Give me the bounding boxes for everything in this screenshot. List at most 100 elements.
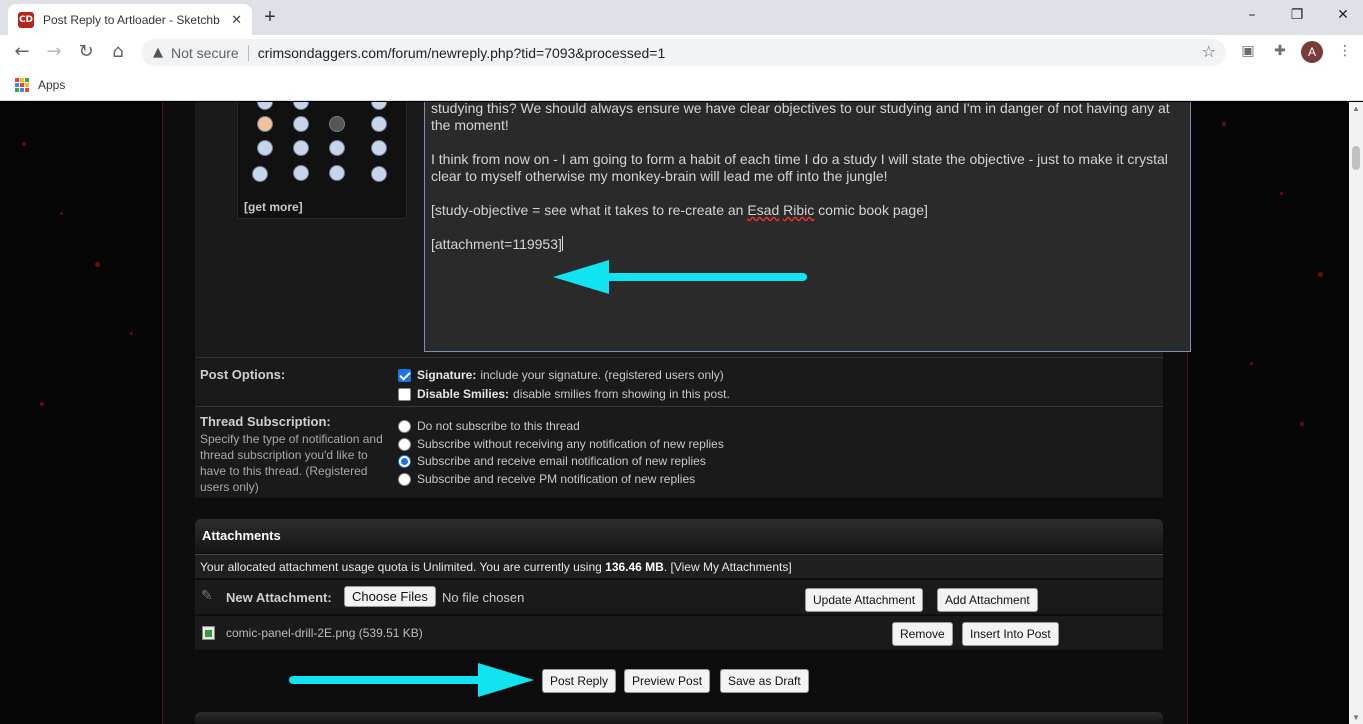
- smilie-icon[interactable]: [293, 140, 309, 156]
- subscription-radio[interactable]: [398, 454, 411, 468]
- restore-icon[interactable]: ❐: [1277, 4, 1317, 28]
- splatter-decoration: [130, 332, 133, 335]
- scroll-down-icon[interactable]: ▼: [1352, 713, 1360, 722]
- signature-checkbox[interactable]: [398, 368, 411, 382]
- address-bar[interactable]: ▲ Not secure crimsondaggers.com/forum/ne…: [141, 39, 1226, 66]
- preview-post-button[interactable]: Preview Post: [624, 669, 711, 693]
- splatter-decoration: [1280, 192, 1283, 195]
- window-close-icon[interactable]: ✕: [1323, 4, 1363, 28]
- disable-smilies-option[interactable]: Disable Smilies: disable smilies from sh…: [398, 387, 730, 401]
- puzzle-icon[interactable]: ✚: [1270, 43, 1290, 63]
- bookmark-star-icon[interactable]: ☆: [1202, 42, 1216, 61]
- smilie-icon[interactable]: [371, 102, 387, 110]
- scrollbar-thumb[interactable]: [1352, 146, 1360, 170]
- smilie-icon[interactable]: [329, 116, 345, 132]
- splatter-decoration: [1222, 122, 1226, 126]
- message-row: [get more] studying this? We should alwa…: [195, 102, 1191, 357]
- annotation-arrow-left-icon: [553, 260, 609, 294]
- objective-name-2: Ribic: [783, 202, 815, 218]
- url-text: crimsondaggers.com/forum/newreply.php?ti…: [257, 44, 666, 61]
- smilie-icon[interactable]: [293, 165, 309, 181]
- smilie-icon[interactable]: [257, 140, 273, 156]
- site-favicon-icon: CD: [18, 11, 34, 28]
- new-attachment-label: New Attachment:: [226, 590, 332, 605]
- smilie-box: [get more]: [237, 102, 407, 219]
- splatter-decoration: [1318, 272, 1323, 277]
- smilie-icon[interactable]: [329, 165, 345, 181]
- remove-attachment-button[interactable]: Remove: [892, 622, 953, 646]
- signature-option[interactable]: Signature: include your signature. (regi…: [398, 368, 724, 382]
- disable-smilies-label: Disable Smilies:: [417, 387, 510, 401]
- apps-bookmark[interactable]: Apps: [38, 78, 65, 92]
- image-file-icon: [202, 626, 215, 640]
- smilie-icon[interactable]: [257, 102, 273, 110]
- attached-file-name: comic-panel-drill-2E.png (539.51 KB): [226, 626, 423, 640]
- post-reply-button[interactable]: Post Reply: [542, 669, 617, 693]
- insert-into-post-button[interactable]: Insert Into Post: [962, 622, 1059, 646]
- get-more-smilies-link[interactable]: [get more]: [244, 200, 303, 214]
- scroll-up-icon[interactable]: ▲: [1352, 104, 1360, 113]
- reload-icon[interactable]: ↻: [74, 41, 98, 65]
- splatter-decoration: [1250, 362, 1253, 365]
- disable-smilies-desc: disable smilies from showing in this pos…: [513, 387, 730, 401]
- attachment-quota: Your allocated attachment usage quota is…: [195, 554, 1163, 578]
- save-as-draft-button[interactable]: Save as Draft: [720, 669, 809, 693]
- apps-grid-icon[interactable]: [15, 78, 29, 92]
- objective-prefix: [study-objective = see what it takes to …: [431, 202, 748, 218]
- no-file-chosen-text: No file chosen: [442, 590, 525, 605]
- editor-paragraph: studying this? We should always ensure w…: [431, 102, 1170, 133]
- subscription-radio[interactable]: [398, 472, 411, 486]
- splatter-decoration: [60, 212, 63, 215]
- page-viewport: [get more] studying this? We should alwa…: [0, 102, 1349, 724]
- subscription-option-label: Subscribe without receiving any notifica…: [417, 437, 724, 451]
- view-attachments-link[interactable]: . [View My Attachments]: [664, 560, 792, 574]
- not-secure-label: Not secure: [171, 44, 239, 61]
- smilie-icon[interactable]: [257, 116, 273, 132]
- subscription-option-label: Subscribe and receive email notification…: [417, 454, 706, 468]
- smilie-icon[interactable]: [371, 140, 387, 156]
- paperclip-icon: ✎: [201, 588, 213, 604]
- smilie-icon[interactable]: [329, 140, 345, 156]
- profile-avatar[interactable]: A: [1301, 41, 1323, 63]
- thread-subscription-row: Thread Subscription: Specify the type of…: [195, 406, 1163, 498]
- attachment-tag: [attachment=119953]: [431, 236, 562, 252]
- extension-icon[interactable]: ▣: [1238, 43, 1258, 63]
- smilie-icon[interactable]: [371, 166, 387, 182]
- add-attachment-button[interactable]: Add Attachment: [937, 588, 1038, 612]
- smilie-icon[interactable]: [252, 166, 268, 182]
- thread-subscription-label: Thread Subscription:: [200, 414, 331, 429]
- page-scrollbar[interactable]: ▲ ▼: [1349, 102, 1363, 724]
- home-icon[interactable]: ⌂: [106, 41, 130, 65]
- splatter-decoration: [95, 262, 100, 267]
- smilie-icon[interactable]: [371, 116, 387, 132]
- minimize-icon[interactable]: –: [1232, 4, 1272, 28]
- new-tab-button[interactable]: +: [257, 6, 283, 30]
- subscription-option[interactable]: Subscribe and receive email notification…: [398, 454, 706, 468]
- browser-toolbar: ← → ↻ ⌂ ▲ Not secure crimsondaggers.com/…: [0, 35, 1363, 70]
- message-editor[interactable]: studying this? We should always ensure w…: [424, 102, 1191, 352]
- editor-paragraph: [study-objective = see what it takes to …: [431, 202, 1184, 219]
- subscription-radio[interactable]: [398, 437, 411, 451]
- forward-icon[interactable]: →: [42, 41, 66, 65]
- subscription-option[interactable]: Subscribe and receive PM notification of…: [398, 472, 695, 486]
- post-options-label: Post Options:: [200, 367, 286, 382]
- signature-label: Signature:: [417, 368, 477, 382]
- smilie-icon[interactable]: [293, 102, 309, 110]
- back-icon[interactable]: ←: [10, 41, 34, 65]
- menu-kebab-icon[interactable]: ⋮: [1335, 43, 1355, 63]
- annotation-arrow-right-icon: [478, 663, 534, 697]
- smilie-icon[interactable]: [293, 116, 309, 132]
- browser-tab[interactable]: CD Post Reply to Artloader - Sketchb ✕: [8, 4, 252, 35]
- splatter-decoration: [1300, 422, 1304, 426]
- splatter-decoration: [40, 402, 44, 406]
- disable-smilies-checkbox[interactable]: [398, 387, 411, 401]
- choose-files-button[interactable]: Choose Files: [344, 586, 436, 607]
- subscription-radio[interactable]: [398, 419, 411, 433]
- warning-icon: ▲: [153, 45, 163, 60]
- update-attachment-button[interactable]: Update Attachment: [805, 588, 924, 612]
- tab-close-icon[interactable]: ✕: [231, 12, 242, 28]
- editor-paragraph: [attachment=119953]: [431, 236, 1184, 253]
- tab-bar: CD Post Reply to Artloader - Sketchb ✕ +…: [0, 0, 1363, 35]
- subscription-option[interactable]: Subscribe without receiving any notifica…: [398, 437, 724, 451]
- subscription-option[interactable]: Do not subscribe to this thread: [398, 419, 580, 433]
